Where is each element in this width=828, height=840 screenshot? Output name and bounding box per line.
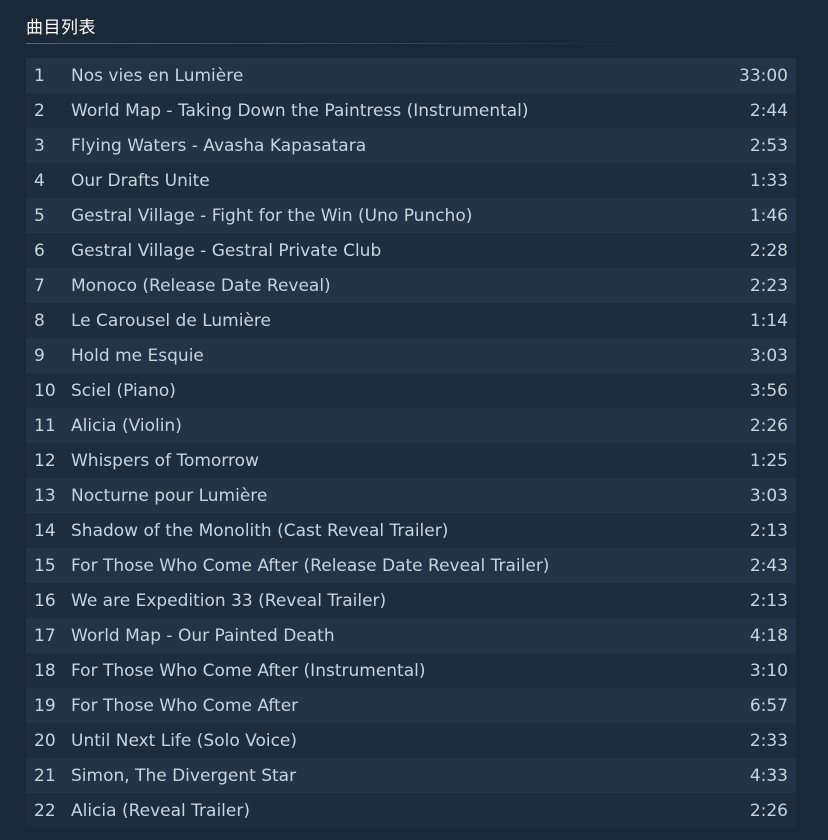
- track-title: Nos vies en Lumière: [71, 65, 244, 86]
- track-duration: 2:23: [749, 275, 788, 296]
- track-title: For Those Who Come After (Release Date R…: [71, 555, 550, 576]
- track-number: 14: [34, 520, 56, 541]
- track-duration: 1:25: [749, 450, 788, 471]
- track-duration: 6:57: [749, 695, 788, 716]
- track-number: 10: [34, 380, 56, 401]
- track-duration: 3:56: [749, 380, 788, 401]
- track-number: 4: [34, 170, 45, 191]
- track-number: 9: [34, 345, 45, 366]
- track-number: 17: [34, 625, 56, 646]
- track-row[interactable]: 7 Monoco (Release Date Reveal) 2:23: [26, 268, 796, 303]
- section-title: 曲目列表: [26, 18, 96, 38]
- track-title: Gestral Village - Fight for the Win (Uno…: [71, 205, 473, 226]
- track-number: 12: [34, 450, 56, 471]
- track-title: Sciel (Piano): [71, 380, 176, 401]
- track-row[interactable]: 19 For Those Who Come After 6:57: [26, 688, 796, 723]
- track-title: Flying Waters - Avasha Kapasatara: [71, 135, 367, 156]
- track-row[interactable]: 20 Until Next Life (Solo Voice) 2:33: [26, 723, 796, 758]
- track-number: 21: [34, 765, 56, 786]
- track-row[interactable]: 22 Alicia (Reveal Trailer) 2:26: [26, 793, 796, 828]
- track-number: 13: [34, 485, 56, 506]
- track-duration: 1:46: [749, 205, 788, 226]
- track-duration: 4:18: [749, 625, 788, 646]
- track-row[interactable]: 21 Simon, The Divergent Star 4:33: [26, 758, 796, 793]
- track-row[interactable]: 15 For Those Who Come After (Release Date…: [26, 548, 796, 583]
- track-number: 11: [34, 415, 56, 436]
- track-title: For Those Who Come After (Instrumental): [71, 660, 426, 681]
- track-list: 1 Nos vies en Lumière 33:00 2 World Map - Ta…: [26, 58, 796, 828]
- track-title: Our Drafts Unite: [71, 170, 210, 191]
- track-duration: 2:28: [749, 240, 788, 261]
- track-row[interactable]: 5 Gestral Village - Fight for the Win (Un…: [26, 198, 796, 233]
- track-row[interactable]: 13 Nocturne pour Lumière 3:03: [26, 478, 796, 513]
- track-duration: 3:10: [749, 660, 788, 681]
- track-row[interactable]: 2 World Map - Taking Down the Paintress (…: [26, 93, 796, 128]
- track-title: World Map - Our Painted Death: [71, 625, 335, 646]
- track-number: 5: [34, 205, 45, 226]
- track-title: Alicia (Violin): [71, 415, 182, 436]
- track-list-panel: 曲目列表 1 Nos vies en Lumière 33:00 2 World Map…: [26, 14, 796, 828]
- track-title: World Map - Taking Down the Paintress (I…: [71, 100, 529, 121]
- track-row[interactable]: 14 Shadow of the Monolith (Cast Reveal Tr…: [26, 513, 796, 548]
- track-duration: 2:13: [749, 590, 788, 611]
- track-number: 18: [34, 660, 56, 681]
- track-title: Alicia (Reveal Trailer): [71, 800, 250, 821]
- track-duration: 1:14: [749, 310, 788, 331]
- track-title: Whispers of Tomorrow: [71, 450, 259, 471]
- track-number: 15: [34, 555, 56, 576]
- track-number: 3: [34, 135, 45, 156]
- track-title: Monoco (Release Date Reveal): [71, 275, 331, 296]
- track-duration: 1:33: [749, 170, 788, 191]
- track-row[interactable]: 18 For Those Who Come After (Instrumental…: [26, 653, 796, 688]
- track-duration: 3:03: [749, 345, 788, 366]
- track-title: Nocturne pour Lumière: [71, 485, 268, 506]
- track-duration: 2:53: [749, 135, 788, 156]
- track-title: For Those Who Come After: [71, 695, 299, 716]
- track-title: We are Expedition 33 (Reveal Trailer): [71, 590, 387, 611]
- track-number: 16: [34, 590, 56, 611]
- track-row[interactable]: 1 Nos vies en Lumière 33:00: [26, 58, 796, 93]
- track-duration: 2:13: [749, 520, 788, 541]
- track-title: Shadow of the Monolith (Cast Reveal Trai…: [71, 520, 449, 541]
- track-duration: 2:44: [749, 100, 788, 121]
- track-row[interactable]: 16 We are Expedition 33 (Reveal Trailer) 2…: [26, 583, 796, 618]
- track-row[interactable]: 3 Flying Waters - Avasha Kapasatara 2:53: [26, 128, 796, 163]
- track-duration: 4:33: [749, 765, 788, 786]
- track-duration: 33:00: [739, 65, 788, 86]
- track-row[interactable]: 8 Le Carousel de Lumière 1:14: [26, 303, 796, 338]
- track-number: 6: [34, 240, 45, 261]
- track-number: 19: [34, 695, 56, 716]
- track-number: 20: [34, 730, 56, 751]
- track-row[interactable]: 12 Whispers of Tomorrow 1:25: [26, 443, 796, 478]
- track-duration: 3:03: [749, 485, 788, 506]
- track-row[interactable]: 4 Our Drafts Unite 1:33: [26, 163, 796, 198]
- track-number: 7: [34, 275, 45, 296]
- track-row[interactable]: 10 Sciel (Piano) 3:56: [26, 373, 796, 408]
- track-number: 1: [34, 65, 45, 86]
- track-duration: 2:26: [749, 415, 788, 436]
- track-duration: 2:43: [749, 555, 788, 576]
- track-number: 2: [34, 100, 45, 121]
- track-row[interactable]: 17 World Map - Our Painted Death 4:18: [26, 618, 796, 653]
- track-title: Simon, The Divergent Star: [71, 765, 297, 786]
- track-number: 22: [34, 800, 56, 821]
- track-title: Gestral Village - Gestral Private Club: [71, 240, 382, 261]
- track-row[interactable]: 6 Gestral Village - Gestral Private Club 2…: [26, 233, 796, 268]
- title-divider: [26, 43, 646, 44]
- track-title: Until Next Life (Solo Voice): [71, 730, 298, 751]
- track-title: Le Carousel de Lumière: [71, 310, 271, 331]
- track-row[interactable]: 11 Alicia (Violin) 2:26: [26, 408, 796, 443]
- track-number: 8: [34, 310, 45, 331]
- track-row[interactable]: 9 Hold me Esquie 3:03: [26, 338, 796, 373]
- track-duration: 2:33: [749, 730, 788, 751]
- track-duration: 2:26: [749, 800, 788, 821]
- track-title: Hold me Esquie: [71, 345, 204, 366]
